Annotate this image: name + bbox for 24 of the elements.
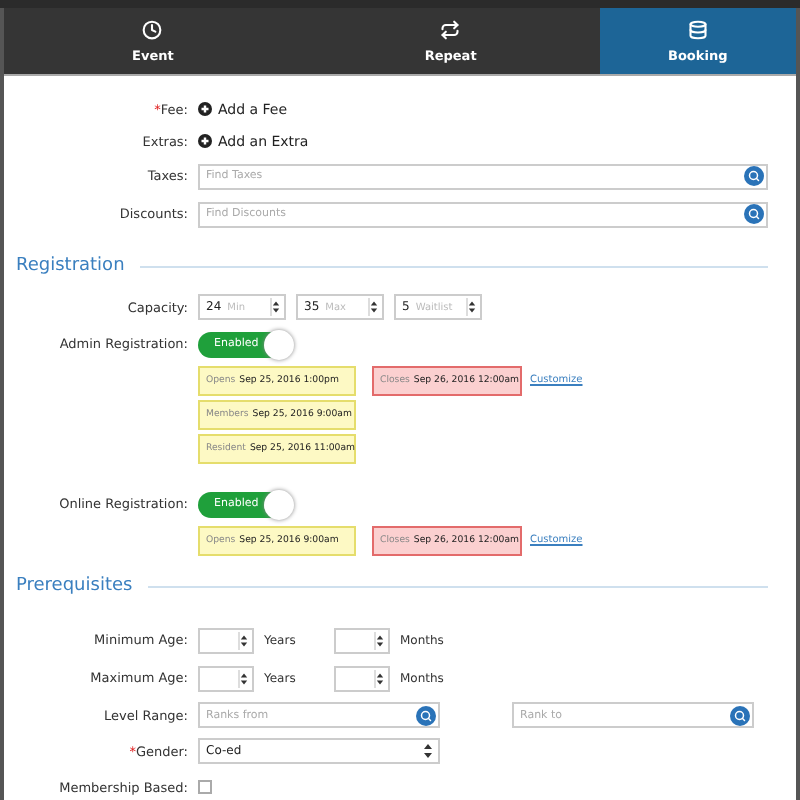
spinner-icon[interactable] <box>270 298 280 316</box>
spinner-icon[interactable] <box>238 669 248 687</box>
number-field[interactable] <box>198 627 254 653</box>
search-icon[interactable] <box>744 166 764 186</box>
plus-circle-icon <box>198 102 212 116</box>
database-icon <box>687 19 708 39</box>
checkbox[interactable] <box>198 780 212 794</box>
spinner-icon[interactable] <box>374 669 384 687</box>
plus-circle-icon <box>198 134 212 148</box>
clock-icon <box>142 19 163 39</box>
spinner-icon[interactable] <box>368 298 378 316</box>
select-caret-icon <box>424 744 432 758</box>
number-field[interactable] <box>334 665 390 691</box>
number-field[interactable] <box>198 665 254 691</box>
section-title: Prerequisites <box>16 576 133 596</box>
search-icon[interactable] <box>744 204 764 224</box>
section-title: Registration <box>16 256 125 276</box>
spinner-icon[interactable] <box>238 631 248 649</box>
repeat-icon <box>440 19 461 39</box>
number-field[interactable] <box>334 627 390 653</box>
spinner-icon[interactable] <box>466 298 476 316</box>
spinner-icon[interactable] <box>374 631 384 649</box>
search-icon[interactable] <box>416 705 436 725</box>
search-icon[interactable] <box>730 705 750 725</box>
